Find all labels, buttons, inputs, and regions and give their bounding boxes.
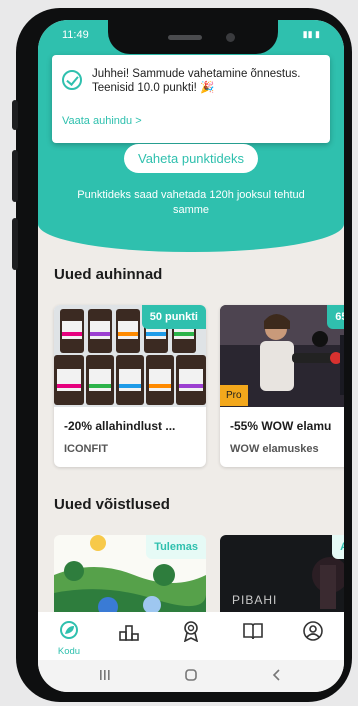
prize-brand: WOW elamuskes bbox=[230, 443, 319, 455]
success-toast[interactable]: Juhhei! Sammude vahetamine õnnestus. Tee… bbox=[52, 55, 330, 143]
book-icon bbox=[243, 623, 263, 640]
toast-message: Juhhei! Sammude vahetamine õnnestus. Tee… bbox=[92, 68, 301, 94]
status-time: 11:49 bbox=[62, 29, 89, 41]
phone-volume-button bbox=[12, 218, 18, 270]
home-button-icon[interactable] bbox=[184, 668, 198, 682]
bottom-tab-bar: Kodu bbox=[38, 612, 344, 660]
prize-card[interactable]: 50 punkti -20% allahindlust ... ICONFIT bbox=[54, 305, 206, 467]
phone-volume-button bbox=[12, 150, 18, 202]
view-prizes-link[interactable]: Vaata auhindu > bbox=[62, 115, 142, 127]
app-screen: 11:49 ▮▮ ▮ Juhhei! Sammude vahetamine õn… bbox=[38, 20, 344, 692]
points-badge: 65 pu bbox=[327, 305, 344, 329]
status-indicators: ▮▮ ▮ bbox=[302, 29, 320, 39]
prize-brand: ICONFIT bbox=[64, 443, 108, 455]
tab-prizes[interactable] bbox=[176, 620, 206, 652]
tab-home-label: Kodu bbox=[57, 646, 81, 657]
competition-card[interactable]: Aktii PIBAHI bbox=[220, 535, 344, 615]
page: 11:49 ▮▮ ▮ Juhhei! Sammude vahetamine õn… bbox=[0, 0, 358, 706]
status-badge: Aktii bbox=[332, 535, 344, 559]
tab-library[interactable] bbox=[238, 620, 268, 652]
status-badge: Tulemas bbox=[146, 535, 206, 559]
leaderboard-icon bbox=[119, 625, 139, 641]
tab-leaderboard[interactable] bbox=[114, 620, 144, 652]
camera-notch bbox=[108, 20, 278, 54]
phone-side-button bbox=[12, 100, 18, 130]
competition-image-text: PIBAHI bbox=[232, 593, 278, 607]
profile-icon bbox=[303, 621, 323, 641]
points-badge: 50 punkti bbox=[141, 305, 206, 329]
system-nav-bar bbox=[38, 660, 344, 692]
back-arrow-icon[interactable] bbox=[270, 668, 284, 682]
prize-title: -20% allahindlust ... bbox=[64, 419, 176, 433]
camera-lens bbox=[226, 33, 235, 42]
tab-profile[interactable] bbox=[298, 620, 328, 652]
prize-card[interactable]: 65 pu Pro -55% WOW elamu WOW elamuskes bbox=[220, 305, 344, 467]
home-leaf-icon bbox=[60, 621, 78, 639]
award-icon bbox=[183, 621, 199, 643]
pro-badge: Pro bbox=[220, 385, 248, 406]
recent-apps-icon[interactable] bbox=[98, 668, 112, 682]
tab-home[interactable]: Kodu bbox=[54, 620, 84, 657]
speaker-grill bbox=[168, 35, 202, 40]
new-competitions-title: Uued võistlused bbox=[54, 496, 170, 513]
exchange-points-button[interactable]: Vaheta punktideks bbox=[124, 144, 258, 173]
prize-title: -55% WOW elamu bbox=[230, 419, 332, 433]
competition-card[interactable]: Tulemas bbox=[54, 535, 206, 615]
exchange-note: Punktideks saad vahetada 120h jooksul te… bbox=[77, 189, 305, 216]
new-prizes-title: Uued auhinnad bbox=[54, 266, 163, 283]
check-circle-icon bbox=[62, 70, 82, 90]
